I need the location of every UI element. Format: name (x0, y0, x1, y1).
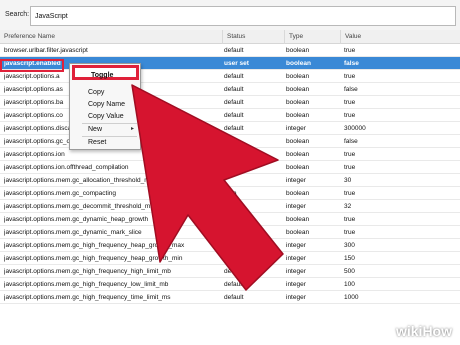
pointer-arrow-icon (131, 84, 284, 291)
pointer-arrow-shape (131, 84, 284, 291)
wikihow-watermark: wikiHow (395, 323, 452, 339)
